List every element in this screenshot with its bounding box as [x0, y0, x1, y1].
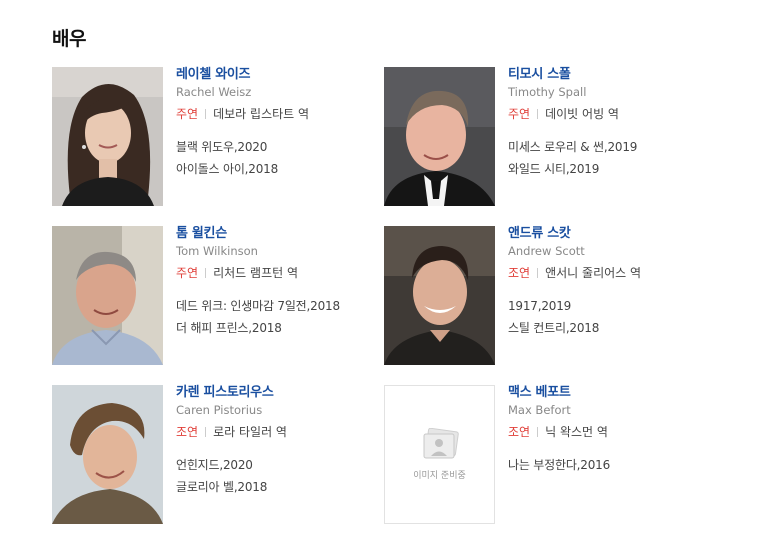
actor-photo[interactable] [52, 385, 163, 524]
actor-card: 톰 윌킨슨 Tom Wilkinson 주연 리처드 램프턴 역 데드 위크: 인… [52, 226, 352, 366]
actor-english-name: Tom Wilkinson [176, 244, 258, 258]
works-list: 1917,2019 스틸 컨트리,2018 [508, 295, 688, 339]
works-list: 언힌지드,2020 글로리아 벨,2018 [176, 454, 356, 498]
role-badge: 조연 [508, 266, 531, 280]
actor-card: 카렌 피스토리우스 Caren Pistorius 조연 로라 타일러 역 언힌지… [52, 385, 352, 525]
actor-name-link[interactable]: 레이첼 와이즈 [176, 67, 356, 83]
role-badge: 주연 [508, 107, 531, 121]
role-line: 주연 데이빗 어빙 역 [508, 106, 688, 122]
role-line: 조연 로라 타일러 역 [176, 424, 356, 440]
actor-english-name: Max Befort [508, 403, 571, 417]
work-link[interactable]: 스틸 컨트리,2018 [508, 317, 688, 339]
actor-photo[interactable] [384, 67, 495, 206]
actor-card: 이미지 준비중 맥스 베포트 Max Befort 조연 닉 왁스먼 역 나는 부… [384, 385, 684, 525]
work-link[interactable]: 글로리아 벨,2018 [176, 476, 356, 498]
work-link[interactable]: 언힌지드,2020 [176, 454, 356, 476]
role-line: 주연 리처드 램프턴 역 [176, 265, 356, 281]
placeholder-text: 이미지 준비중 [413, 471, 466, 481]
works-list: 데드 위크: 인생마감 7일전,2018 더 해피 프린스,2018 [176, 295, 356, 339]
work-link[interactable]: 1917,2019 [508, 295, 688, 317]
actor-english-name: Caren Pistorius [176, 403, 263, 417]
divider [537, 268, 539, 278]
role-badge: 조연 [176, 425, 199, 439]
character-name: 앤서니 줄리어스 역 [545, 266, 642, 280]
role-badge: 주연 [176, 266, 199, 280]
works-list: 나는 부정한다,2016 [508, 454, 688, 476]
actor-english-name: Rachel Weisz [176, 85, 252, 99]
actor-english-name: Andrew Scott [508, 244, 585, 258]
actor-name-link[interactable]: 맥스 베포트 [508, 385, 688, 401]
role-badge: 조연 [508, 425, 531, 439]
actor-photo[interactable] [384, 226, 495, 365]
actor-name-link[interactable]: 카렌 피스토리우스 [176, 385, 356, 401]
divider [537, 109, 539, 119]
actor-name-link[interactable]: 톰 윌킨슨 [176, 226, 356, 242]
actor-english-name: Timothy Spall [508, 85, 587, 99]
actor-card: 티모시 스폴 Timothy Spall 주연 데이빗 어빙 역 미세스 로우리 … [384, 67, 684, 207]
actor-photo[interactable] [52, 226, 163, 365]
divider [537, 427, 539, 437]
image-placeholder-icon [423, 428, 459, 459]
divider [205, 109, 207, 119]
character-name: 리처드 램프턴 역 [213, 266, 299, 280]
role-line: 조연 닉 왁스먼 역 [508, 424, 688, 440]
work-link[interactable]: 더 해피 프린스,2018 [176, 317, 356, 339]
work-link[interactable]: 와일드 시티,2019 [508, 158, 688, 180]
work-link[interactable]: 블랙 위도우,2020 [176, 136, 356, 158]
actor-photo-placeholder[interactable]: 이미지 준비중 [384, 385, 495, 524]
actor-name-link[interactable]: 앤드류 스캇 [508, 226, 688, 242]
section-title: 배우 [52, 28, 86, 50]
character-name: 로라 타일러 역 [213, 425, 287, 439]
role-badge: 주연 [176, 107, 199, 121]
work-link[interactable]: 데드 위크: 인생마감 7일전,2018 [176, 295, 356, 317]
divider [205, 268, 207, 278]
character-name: 닉 왁스먼 역 [545, 425, 608, 439]
work-link[interactable]: 나는 부정한다,2016 [508, 454, 688, 476]
actor-card: 레이첼 와이즈 Rachel Weisz 주연 데보라 립스타트 역 블랙 위도우… [52, 67, 352, 207]
work-link[interactable]: 아이돌스 아이,2018 [176, 158, 356, 180]
role-line: 주연 데보라 립스타트 역 [176, 106, 356, 122]
actor-name-link[interactable]: 티모시 스폴 [508, 67, 688, 83]
works-list: 미세스 로우리 & 썬,2019 와일드 시티,2019 [508, 136, 688, 180]
character-name: 데이빗 어빙 역 [545, 107, 619, 121]
works-list: 블랙 위도우,2020 아이돌스 아이,2018 [176, 136, 356, 180]
role-line: 조연 앤서니 줄리어스 역 [508, 265, 688, 281]
actor-card: 앤드류 스캇 Andrew Scott 조연 앤서니 줄리어스 역 1917,20… [384, 226, 684, 366]
character-name: 데보라 립스타트 역 [213, 107, 310, 121]
divider [205, 427, 207, 437]
work-link[interactable]: 미세스 로우리 & 썬,2019 [508, 136, 688, 158]
actor-photo[interactable] [52, 67, 163, 206]
